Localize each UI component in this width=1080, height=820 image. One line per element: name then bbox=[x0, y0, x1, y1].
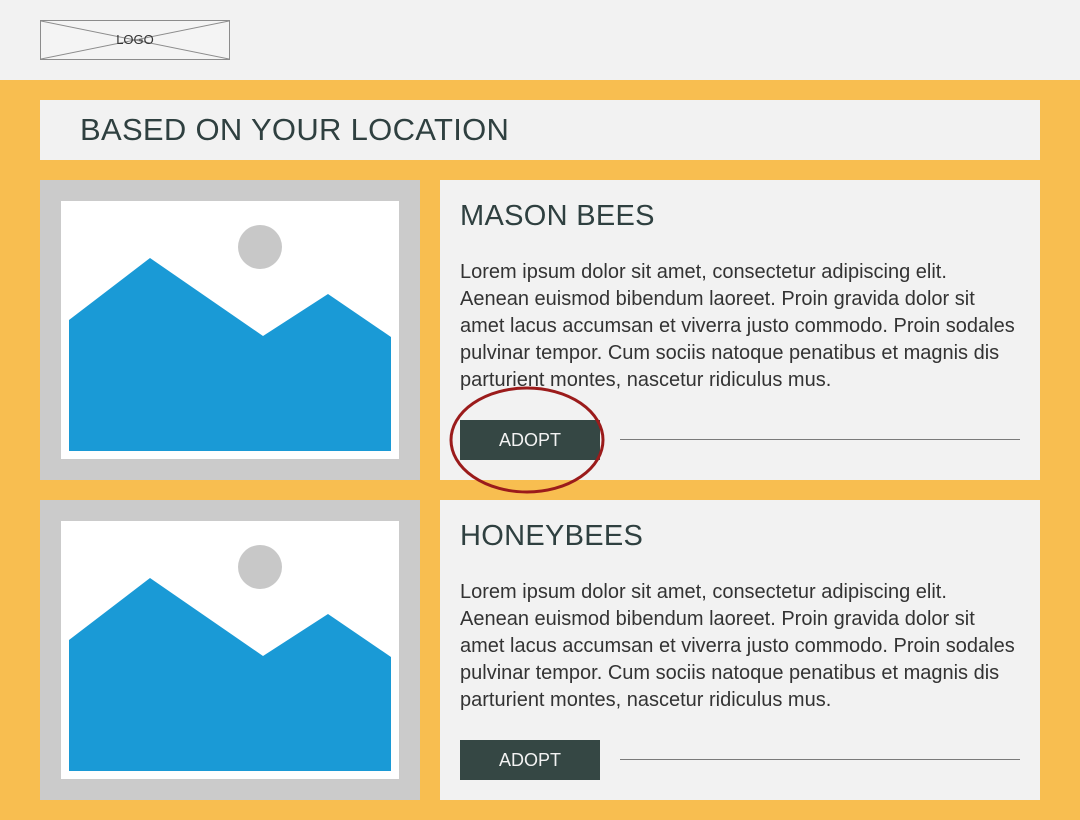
image-placeholder-icon bbox=[69, 225, 391, 451]
card-body-mason-bees: MASON BEES Lorem ipsum dolor sit amet, c… bbox=[440, 180, 1040, 480]
logo-text: LOGO bbox=[116, 32, 154, 47]
page-header: LOGO bbox=[0, 0, 1080, 80]
logo[interactable]: LOGO bbox=[40, 20, 230, 60]
card-description: Lorem ipsum dolor sit amet, consectetur … bbox=[460, 581, 1015, 711]
card-title: HONEYBEES bbox=[460, 520, 644, 552]
adopt-button-honeybees[interactable]: ADOPT bbox=[460, 740, 600, 780]
main-content: BASED ON YOUR LOCATION MASON BEES Lorem … bbox=[0, 80, 1080, 820]
card-description: Lorem ipsum dolor sit amet, consectetur … bbox=[460, 261, 1015, 391]
section-title: BASED ON YOUR LOCATION bbox=[80, 112, 510, 147]
image-placeholder-icon bbox=[69, 545, 391, 771]
divider bbox=[620, 439, 1020, 440]
divider bbox=[620, 759, 1020, 760]
card-image-honeybees bbox=[40, 500, 420, 800]
section-header: BASED ON YOUR LOCATION bbox=[40, 100, 1040, 160]
image-frame bbox=[61, 201, 399, 459]
adopt-button-mason-bees[interactable]: ADOPT bbox=[460, 420, 600, 460]
card-title: MASON BEES bbox=[460, 200, 655, 232]
image-frame bbox=[61, 521, 399, 779]
card-image-mason-bees bbox=[40, 180, 420, 480]
card-body-honeybees: HONEYBEES Lorem ipsum dolor sit amet, co… bbox=[440, 500, 1040, 800]
